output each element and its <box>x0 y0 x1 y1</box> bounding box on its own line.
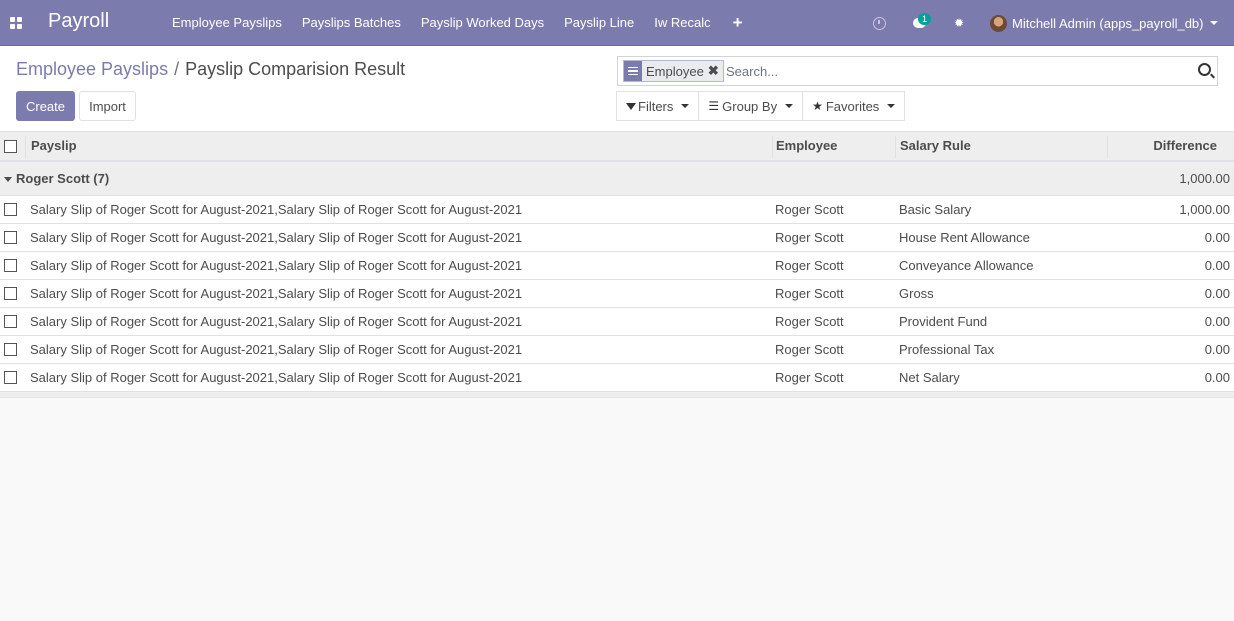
page-title: Payslip Comparision Result <box>185 59 406 79</box>
row-checkbox[interactable] <box>4 259 17 272</box>
cell-payslip: Salary Slip of Roger Scott for August-20… <box>30 258 523 273</box>
facet-label: Employee <box>646 63 704 79</box>
cell-salary-rule: House Rent Allowance <box>899 230 1030 245</box>
menu-item-payslips-batches[interactable]: Payslips Batches <box>292 0 411 46</box>
header-salary-rule[interactable]: Salary Rule <box>900 132 971 160</box>
filters-label: Filters <box>638 98 674 114</box>
cell-employee: Roger Scott <box>775 314 844 329</box>
facet-remove-icon[interactable]: ✖ <box>708 63 723 79</box>
group-row[interactable]: Roger Scott (7) 1,000.00 <box>0 162 1234 196</box>
chat-badge: 1 <box>918 13 932 25</box>
top-navbar: Payroll Employee Payslips Payslips Batch… <box>0 0 1234 46</box>
table-row[interactable]: Salary Slip of Roger Scott for August-20… <box>0 336 1234 364</box>
search-facet: Employee ✖ <box>623 60 724 82</box>
cell-employee: Roger Scott <box>775 202 844 217</box>
favorites-label: Favorites <box>825 98 880 114</box>
chevron-down-icon <box>785 104 794 108</box>
table-footer <box>0 392 1234 398</box>
main-menu: Employee Payslips Payslips Batches Paysl… <box>162 0 755 46</box>
row-checkbox[interactable] <box>4 203 17 216</box>
cell-salary-rule: Professional Tax <box>899 342 995 357</box>
user-name: Mitchell Admin (apps_payroll_db) <box>1012 15 1204 31</box>
filter-icon <box>626 102 636 110</box>
avatar <box>990 14 1007 32</box>
cell-difference: 0.00 <box>1204 230 1230 245</box>
cell-employee: Roger Scott <box>775 342 844 357</box>
cell-difference: 0.00 <box>1204 258 1230 273</box>
header-difference[interactable]: Difference <box>1153 132 1217 160</box>
search-icon[interactable] <box>1198 63 1211 76</box>
cell-salary-rule: Basic Salary <box>899 202 972 217</box>
header-payslip[interactable]: Payslip <box>31 132 77 160</box>
favorites-button[interactable]: ★ Favorites <box>802 91 906 121</box>
row-checkbox[interactable] <box>4 231 17 244</box>
cell-employee: Roger Scott <box>775 370 844 385</box>
cell-payslip: Salary Slip of Roger Scott for August-20… <box>30 342 523 357</box>
chevron-down-icon <box>887 104 896 108</box>
cell-payslip: Salary Slip of Roger Scott for August-20… <box>30 202 523 217</box>
cell-difference: 1,000.00 <box>1179 202 1230 217</box>
create-button[interactable]: Create <box>16 91 75 121</box>
table-row[interactable]: Salary Slip of Roger Scott for August-20… <box>0 252 1234 280</box>
select-all-checkbox[interactable] <box>4 140 17 153</box>
import-button[interactable]: Import <box>79 91 136 121</box>
group-by-label: Group By <box>722 98 778 114</box>
cell-employee: Roger Scott <box>775 258 844 273</box>
group-by-button[interactable]: ☰ Group By <box>698 91 804 121</box>
control-panel: Employee Payslips / Payslip Comparision Re… <box>0 46 1234 132</box>
cell-salary-rule: Conveyance Allowance <box>899 258 1034 273</box>
clock-icon[interactable] <box>870 0 888 46</box>
row-checkbox[interactable] <box>4 315 17 328</box>
cell-payslip: Salary Slip of Roger Scott for August-20… <box>30 286 523 301</box>
search-box: Employee ✖ <box>617 56 1218 86</box>
cell-employee: Roger Scott <box>775 230 844 245</box>
table-row[interactable]: Salary Slip of Roger Scott for August-20… <box>0 364 1234 392</box>
apps-icon[interactable] <box>10 17 22 29</box>
table-row[interactable]: Salary Slip of Roger Scott for August-20… <box>0 280 1234 308</box>
group-total: 1,000.00 <box>1179 171 1230 186</box>
cell-salary-rule: Net Salary <box>899 370 960 385</box>
cell-difference: 0.00 <box>1204 314 1230 329</box>
menu-add-icon[interactable]: + <box>721 0 755 46</box>
table-row[interactable]: Salary Slip of Roger Scott for August-20… <box>0 308 1234 336</box>
breadcrumb: Employee Payslips / Payslip Comparision Re… <box>16 59 405 80</box>
bug-icon[interactable]: ✹ <box>951 0 967 46</box>
cell-difference: 0.00 <box>1204 370 1230 385</box>
search-input[interactable] <box>726 62 1186 80</box>
cell-salary-rule: Gross <box>899 286 934 301</box>
table-header: Payslip Employee Salary Rule Difference <box>0 132 1234 162</box>
row-checkbox[interactable] <box>4 287 17 300</box>
group-by-icon <box>624 61 642 81</box>
app-brand[interactable]: Payroll <box>48 10 109 33</box>
row-checkbox[interactable] <box>4 371 17 384</box>
cell-payslip: Salary Slip of Roger Scott for August-20… <box>30 314 523 329</box>
list-table: Payslip Employee Salary Rule Difference … <box>0 132 1234 398</box>
menu-item-payslip-line[interactable]: Payslip Line <box>554 0 644 46</box>
filter-toolbar: Filters ☰ Group By ★ Favorites <box>616 91 906 121</box>
cell-salary-rule: Provident Fund <box>899 314 988 329</box>
user-menu[interactable]: Mitchell Admin (apps_payroll_db) <box>990 0 1219 46</box>
cell-employee: Roger Scott <box>775 286 844 301</box>
caret-down-icon <box>4 177 12 183</box>
cell-difference: 0.00 <box>1204 342 1230 357</box>
cell-difference: 0.00 <box>1204 286 1230 301</box>
menu-item-iw-recalc[interactable]: Iw Recalc <box>644 0 720 46</box>
menu-item-employee-payslips[interactable]: Employee Payslips <box>162 0 292 46</box>
list-icon: ☰ <box>708 99 720 113</box>
table-row[interactable]: Salary Slip of Roger Scott for August-20… <box>0 224 1234 252</box>
chevron-down-icon <box>1210 21 1219 25</box>
header-employee[interactable]: Employee <box>776 132 837 160</box>
cell-payslip: Salary Slip of Roger Scott for August-20… <box>30 370 523 385</box>
chevron-down-icon <box>681 104 690 108</box>
star-icon: ★ <box>812 99 823 113</box>
table-row[interactable]: Salary Slip of Roger Scott for August-20… <box>0 196 1234 224</box>
breadcrumb-parent[interactable]: Employee Payslips <box>16 59 168 79</box>
cell-payslip: Salary Slip of Roger Scott for August-20… <box>30 230 523 245</box>
filters-button[interactable]: Filters <box>616 91 700 121</box>
menu-item-payslip-worked-days[interactable]: Payslip Worked Days <box>411 0 554 46</box>
row-checkbox[interactable] <box>4 343 17 356</box>
breadcrumb-separator: / <box>174 59 180 79</box>
group-label[interactable]: Roger Scott (7) <box>4 162 109 196</box>
